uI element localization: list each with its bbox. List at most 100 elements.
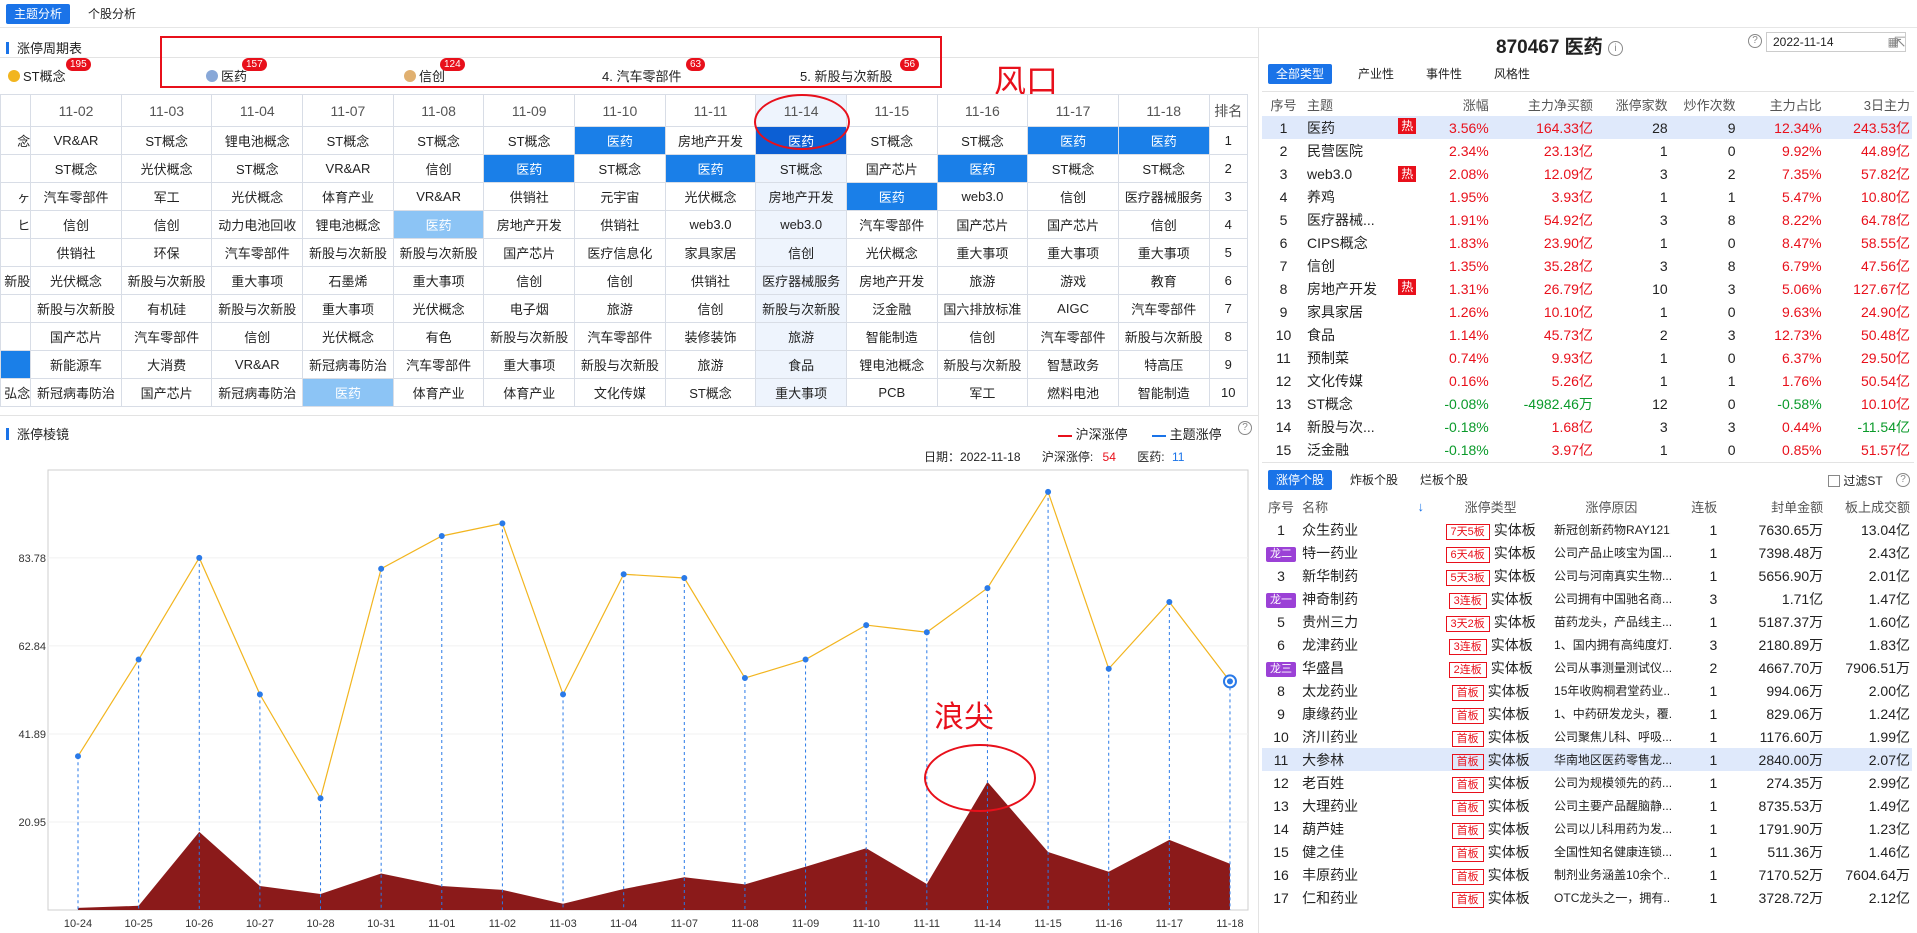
cycle-cell[interactable]: 新股与次新股 (30, 294, 122, 323)
cycle-cell[interactable]: ST概念 (211, 154, 304, 183)
tab-broken[interactable]: 炸板个股 (1342, 470, 1406, 490)
stock-name[interactable]: 贵州三力 (1300, 610, 1429, 633)
data-point[interactable] (681, 575, 688, 582)
data-point[interactable] (560, 691, 567, 698)
table-row[interactable]: 8 太龙药业 首板 实体板 15年收购桐君堂药业... 1 994.06万 2.00亿 (1262, 679, 1912, 702)
cycle-cell[interactable]: 旅游 (755, 322, 847, 351)
cycle-cell[interactable]: 军工 (120, 182, 213, 211)
cycle-cell[interactable]: 体育产业 (392, 378, 485, 407)
table-row[interactable]: 3 新华制药 5天3板 实体板 公司与河南真实生物... 1 5656.90万 2.01亿 (1262, 564, 1912, 587)
cycle-cell[interactable]: ST概念 (120, 126, 213, 155)
cycle-cell[interactable]: 光伏概念 (392, 294, 485, 323)
table-row[interactable]: 5 贵州三力 3天2板 实体板 苗药龙头，产品线主... 1 5187.37万 1.60亿 (1262, 610, 1912, 633)
cycle-cell[interactable]: 医药 (664, 154, 757, 183)
cycle-cell[interactable]: 锂电池概念 (302, 210, 394, 239)
cycle-cell[interactable]: 新冠病毒防治 (302, 350, 394, 379)
cycle-cell[interactable]: 新股与次新股 (392, 238, 485, 267)
cycle-cell[interactable]: ST概念 (664, 378, 757, 407)
column-header[interactable]: 涨停原因 (1552, 494, 1671, 518)
cycle-cell[interactable]: 新股与次新股 (755, 294, 847, 323)
cycle-cell[interactable]: 信创 (392, 154, 485, 183)
cycle-cell[interactable]: 新冠病毒防治 (211, 378, 304, 407)
cycle-cell[interactable]: 医疗信息化 (574, 238, 666, 267)
column-header[interactable]: 序号 (1262, 92, 1305, 116)
cycle-cell[interactable]: 电子烟 (483, 294, 576, 323)
cycle-cell[interactable]: 汽车零部件 (845, 210, 938, 239)
cycle-cell[interactable]: 新股与次新股 (302, 238, 394, 267)
stock-name[interactable]: 太龙药业 (1300, 679, 1429, 702)
info-icon[interactable]: i (1607, 41, 1623, 56)
data-point[interactable] (256, 691, 263, 698)
table-row[interactable]: 4 养鸡 1.95% 3.93亿 1 1 5.47% 10.80亿 (1262, 185, 1912, 208)
cycle-cell[interactable]: 元宇宙 (574, 182, 666, 211)
column-header[interactable]: 3日主力 (1824, 92, 1912, 116)
column-header[interactable]: 涨停家数 (1595, 92, 1670, 116)
date-header[interactable]: 11-10 (574, 94, 666, 127)
column-header[interactable]: 主题 (1305, 92, 1418, 116)
tab-rotten[interactable]: 烂板个股 (1412, 470, 1476, 490)
cycle-cell[interactable]: 医药 (392, 210, 485, 239)
table-row[interactable]: 12 老百姓 首板 实体板 公司为规模领先的药... 1 274.35万 2.99亿 (1262, 771, 1912, 794)
tab-industry[interactable]: 产业性 (1350, 64, 1402, 84)
data-point[interactable] (863, 622, 870, 629)
data-point[interactable] (1045, 488, 1052, 495)
cycle-cell[interactable]: VR&AR (302, 154, 394, 183)
cycle-cell[interactable]: 新股与次新股 (211, 294, 304, 323)
table-row[interactable]: 2 民营医院 2.34% 23.13亿 1 0 9.92% 44.89亿 (1262, 139, 1912, 162)
cycle-cell[interactable]: 医药 (936, 154, 1029, 183)
limit-reason[interactable]: 公司拥有中国驰名商... (1552, 587, 1671, 610)
cycle-cell[interactable]: 大消费 (120, 350, 213, 379)
stock-name[interactable]: 大理药业 (1300, 794, 1429, 817)
data-point[interactable] (923, 629, 930, 636)
cycle-cell[interactable]: 旅游 (936, 266, 1029, 295)
cycle-cell[interactable]: 重大事项 (755, 378, 847, 407)
table-row[interactable]: 龙二 特一药业 6天4板 实体板 公司产品止咳宝为国... 1 7398.48万 2.43亿 (1262, 541, 1912, 564)
stock-name[interactable]: 老百姓 (1300, 771, 1429, 794)
table-row[interactable]: 10 食品 1.14% 45.73亿 2 3 12.73% 50.48亿 (1262, 323, 1912, 346)
cycle-cell[interactable]: 光伏概念 (120, 154, 213, 183)
cycle-cell[interactable]: ST概念 (755, 154, 847, 183)
cycle-cell[interactable]: 重大事项 (1117, 238, 1210, 267)
limit-reason[interactable]: 公司与河南真实生物... (1552, 564, 1671, 587)
date-header[interactable]: 11-07 (302, 94, 394, 127)
cycle-cell[interactable]: ST概念 (392, 126, 485, 155)
data-point[interactable] (378, 565, 385, 572)
cycle-cell[interactable]: 国产芯片 (845, 154, 938, 183)
legend-hs[interactable]: 沪深涨停 (1058, 424, 1128, 443)
cycle-cell[interactable]: 有机硅 (120, 294, 213, 323)
table-row[interactable]: 15 泛金融 -0.18% 3.97亿 1 0 0.85% 51.57亿 (1262, 438, 1912, 461)
column-header[interactable]: 涨停类型 (1429, 494, 1552, 518)
cycle-cell[interactable]: 供销社 (30, 238, 122, 267)
table-row[interactable]: 16 丰原药业 首板 实体板 制剂业务涵盖10余个... 1 7170.52万 7604.64… (1262, 863, 1912, 886)
cycle-cell[interactable]: 旅游 (664, 350, 757, 379)
stock-name[interactable]: 神奇制药 (1300, 587, 1429, 610)
help-icon[interactable]: ? (1896, 473, 1910, 487)
cycle-cell[interactable]: 重大事项 (211, 266, 304, 295)
cycle-cell[interactable]: 信创 (664, 294, 757, 323)
cycle-cell[interactable]: 信创 (211, 322, 304, 351)
cycle-cell[interactable]: 信创 (1117, 210, 1210, 239)
data-point[interactable] (1166, 598, 1173, 605)
cycle-cell[interactable]: ST概念 (30, 154, 122, 183)
cycle-cell[interactable]: 军工 (936, 378, 1029, 407)
cycle-cell[interactable]: 新股与次新股 (936, 350, 1029, 379)
cycle-cell[interactable]: VR&AR (392, 182, 485, 211)
legend-theme[interactable]: 主题涨停 (1152, 424, 1222, 443)
cycle-cell[interactable]: 信创 (483, 266, 576, 295)
stock-name[interactable]: 健之佳 (1300, 840, 1429, 863)
cycle-cell[interactable]: 环保 (120, 238, 213, 267)
cycle-cell[interactable]: 信创 (30, 210, 122, 239)
cycle-cell[interactable]: 医药 (302, 378, 394, 407)
stock-name[interactable]: 仁和药业 (1300, 886, 1429, 909)
tab-limit-up[interactable]: 涨停个股 (1268, 470, 1333, 490)
cycle-cell[interactable]: 供销社 (483, 182, 576, 211)
data-point[interactable] (741, 675, 748, 682)
table-row[interactable]: 11 预制菜 0.74% 9.93亿 1 0 6.37% 29.50亿 (1262, 346, 1912, 369)
cycle-cell[interactable]: 锂电池概念 (845, 350, 938, 379)
tab-event[interactable]: 事件性 (1418, 64, 1470, 84)
column-header[interactable]: 封单金额 (1719, 494, 1825, 518)
table-row[interactable]: 12 文化传媒 0.16% 5.26亿 1 1 1.76% 50.54亿 (1262, 369, 1912, 392)
table-row[interactable]: 龙一 神奇制药 3连板 实体板 公司拥有中国驰名商... 3 1.71亿 1.47亿 (1262, 587, 1912, 610)
date-header[interactable]: 11-04 (211, 94, 304, 127)
cycle-cell[interactable]: 信创 (755, 238, 847, 267)
